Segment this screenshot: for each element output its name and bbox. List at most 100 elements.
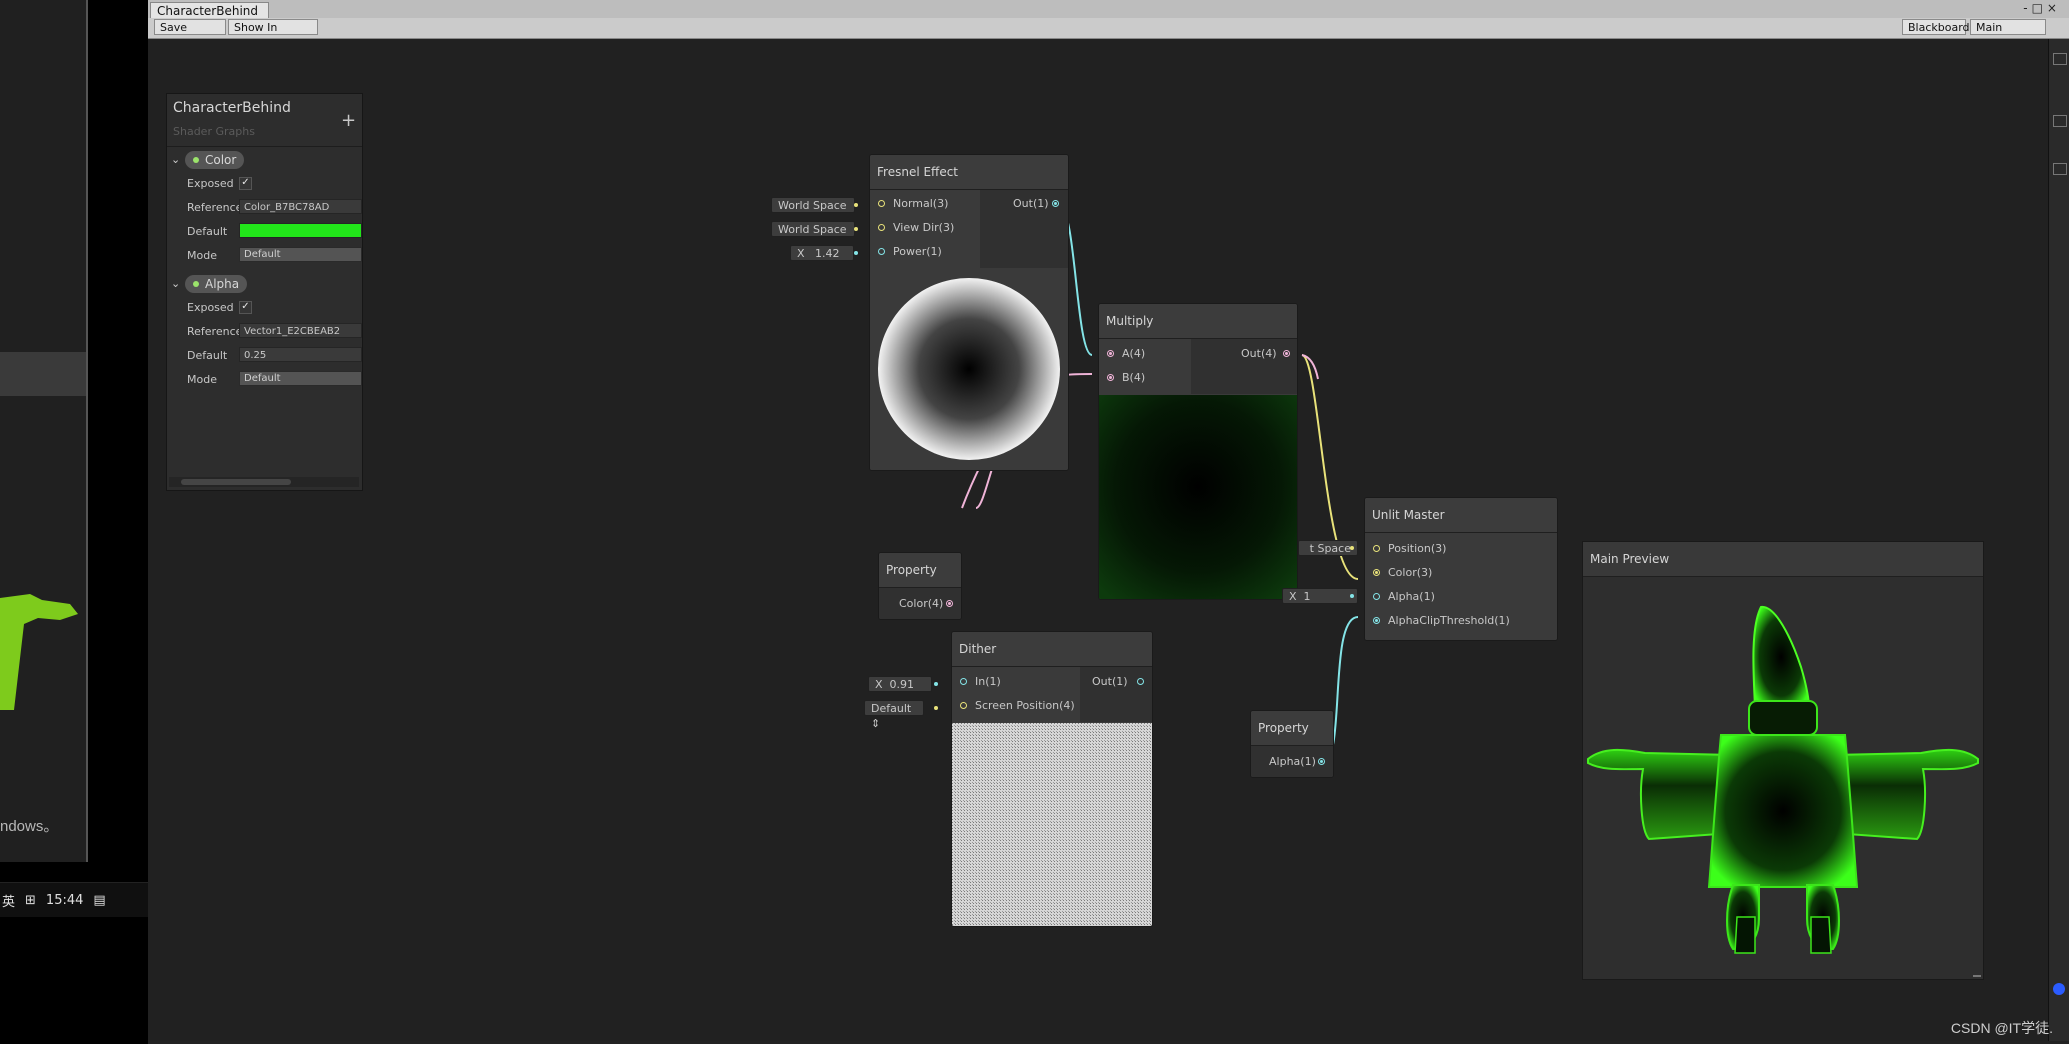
node-title: Unlit Master (1372, 508, 1445, 522)
mode-dropdown[interactable]: Default (239, 371, 362, 386)
port-circle[interactable] (1137, 678, 1144, 685)
port-circle[interactable] (878, 248, 885, 255)
reference-field[interactable]: Vector1_E2CBEAB2 (239, 323, 362, 338)
node-header[interactable]: Dither (952, 632, 1152, 667)
title-bar: CharacterBehind -□× (148, 0, 2069, 19)
panel-edge-box (2053, 53, 2067, 65)
port-circle[interactable] (1373, 545, 1380, 552)
node-header[interactable]: Unlit Master (1365, 498, 1557, 533)
property-color-node[interactable]: Property Color(4) (878, 552, 962, 620)
port-label: Position(3) (1388, 542, 1447, 555)
unlit-master-node[interactable]: Unlit Master Position(3) Color(3) Alpha(… (1364, 497, 1558, 641)
node-title: Fresnel Effect (877, 165, 959, 179)
fresnel-preview-image (878, 278, 1060, 460)
chevron-down-icon[interactable]: ⌄ (171, 153, 181, 166)
default-label: Default (187, 225, 228, 238)
exposed-checkbox[interactable]: ✓ (239, 301, 252, 314)
property-name: Alpha (205, 277, 240, 291)
node-outputs: Out(1) (1080, 667, 1152, 722)
shader-graph-window: CharacterBehind -□× Save Asset Show In P… (148, 0, 2069, 1044)
blackboard-divider (167, 146, 362, 147)
property-pill-alpha[interactable]: Alpha (185, 275, 248, 293)
inspector-strip (2048, 39, 2069, 1041)
port-circle[interactable] (946, 600, 953, 607)
node-preview (870, 269, 1068, 470)
port-circle[interactable] (1283, 350, 1290, 357)
node-inputs: Position(3) Color(3) Alpha(1) AlphaClipT… (1365, 533, 1557, 640)
chip-connector (1350, 594, 1354, 598)
port-label: Normal(3) (893, 197, 949, 210)
blackboard-subtitle: Shader Graphs (173, 125, 255, 138)
reference-field[interactable]: Color_B7BC78AD (239, 199, 362, 214)
graph-toolbar: Save Asset Show In Project Blackboard Ma… (148, 18, 2069, 50)
mode-label: Mode (187, 373, 217, 386)
main-preview-toggle-button[interactable]: Main Preview (1970, 19, 2046, 50)
graph-canvas[interactable]: CharacterBehind Shader Graphs + ⌄ Color … (148, 39, 2048, 1041)
property-alpha-node[interactable]: Property Alpha(1) (1250, 710, 1334, 778)
port-circle[interactable] (960, 702, 967, 709)
main-preview-panel[interactable]: Main Preview (1582, 541, 1984, 980)
horizontal-scrollbar[interactable] (169, 477, 359, 487)
property-pill-color[interactable]: Color (185, 151, 245, 169)
viewdir-space-chip[interactable]: World Space (771, 221, 855, 237)
normal-space-chip[interactable]: World Space (771, 197, 855, 213)
port-label: View Dir(3) (893, 221, 955, 234)
blackboard-toggle-button[interactable]: Blackboard (1902, 19, 1970, 35)
exposed-label: Exposed (187, 301, 234, 314)
screen-position-mode-chip[interactable]: Default ⇕ (864, 700, 924, 730)
node-outputs: Color(4) (879, 588, 961, 619)
port-circle[interactable] (960, 678, 967, 685)
port-circle[interactable] (1318, 758, 1325, 765)
node-header[interactable]: Property (1251, 711, 1333, 746)
chevron-down-icon[interactable]: ⌄ (171, 277, 181, 290)
resize-handle[interactable] (1973, 975, 1981, 977)
dither-node[interactable]: Dither In(1) Screen Position(4) Out(1) (951, 631, 1153, 927)
add-property-button[interactable]: + (341, 110, 356, 131)
exposed-label: Exposed (187, 177, 234, 190)
port-circle[interactable] (878, 200, 885, 207)
grid-icon[interactable]: ⊞ (25, 893, 36, 908)
port-circle[interactable] (1107, 350, 1114, 357)
background-window-bar (0, 352, 86, 396)
position-space-chip[interactable]: t Space (1298, 540, 1358, 556)
port-label: Out(1) (1092, 675, 1128, 688)
node-inputs: A(4) B(4) (1099, 339, 1191, 394)
port-circle[interactable] (1373, 617, 1380, 624)
port-circle[interactable] (1373, 569, 1380, 576)
alpha-value-chip[interactable]: X 1 (1282, 588, 1358, 604)
show-in-project-button[interactable]: Show In Project (228, 19, 318, 50)
save-asset-button[interactable]: Save Asset (154, 19, 226, 50)
multiply-node[interactable]: Multiply A(4) B(4) Out(4) (1098, 303, 1298, 600)
window-tab[interactable]: CharacterBehind (150, 2, 270, 19)
main-preview-header[interactable]: Main Preview (1583, 542, 1983, 577)
power-value-chip[interactable]: X 1.42 (790, 245, 854, 261)
default-color-field[interactable] (239, 223, 362, 238)
multiply-preview-image (1099, 395, 1297, 599)
port-circle[interactable] (1052, 200, 1059, 207)
port-label: Color(3) (1388, 566, 1433, 579)
language-indicator[interactable]: 英 (2, 891, 15, 910)
exposed-checkbox[interactable]: ✓ (239, 177, 252, 190)
node-header[interactable]: Fresnel Effect (870, 155, 1068, 190)
reference-label: Reference (187, 325, 243, 338)
port-circle[interactable] (1107, 374, 1114, 381)
blackboard-panel: CharacterBehind Shader Graphs + ⌄ Color … (166, 93, 363, 491)
node-header[interactable]: Property (879, 553, 961, 588)
mode-dropdown[interactable]: Default (239, 247, 362, 262)
dither-in-value-chip[interactable]: X 0.91 (868, 676, 932, 692)
window-controls[interactable]: -□× (2023, 0, 2061, 16)
axis-label: X (1289, 590, 1297, 603)
character-preview-render[interactable] (1583, 577, 1983, 977)
default-value-field[interactable]: 0.25 (239, 347, 362, 362)
scrollbar-thumb[interactable] (181, 479, 291, 485)
node-header[interactable]: Multiply (1099, 304, 1297, 339)
property-name: Color (205, 153, 237, 167)
message-icon[interactable]: ▤ (93, 893, 105, 908)
node-outputs: Alpha(1) (1251, 746, 1333, 777)
clock[interactable]: 15:44 (46, 893, 83, 908)
property-dot-icon (193, 157, 199, 163)
port-circle[interactable] (1373, 593, 1380, 600)
port-circle[interactable] (878, 224, 885, 231)
blackboard-title: CharacterBehind (173, 100, 291, 116)
fresnel-effect-node[interactable]: Fresnel Effect Normal(3) View Dir(3) Pow… (869, 154, 1069, 471)
